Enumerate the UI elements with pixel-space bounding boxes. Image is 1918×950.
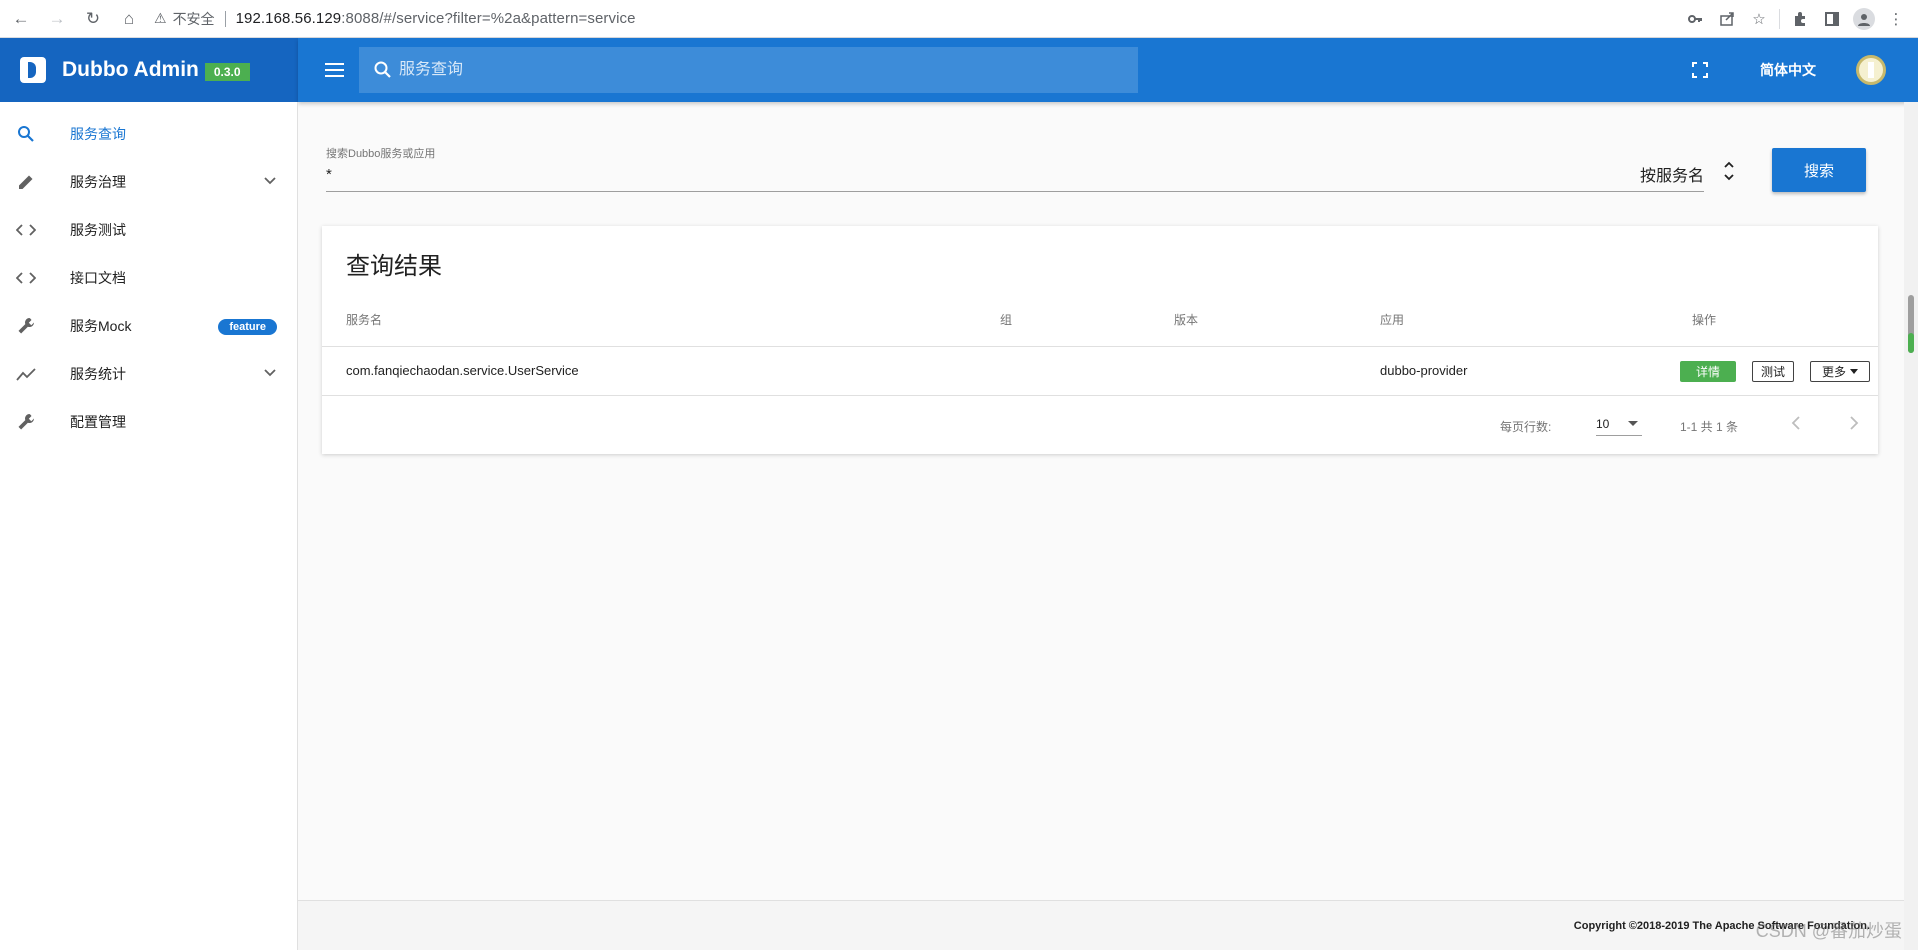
sidebar-item-label: 服务Mock <box>70 318 132 334</box>
toolbar-divider <box>1779 8 1780 29</box>
top-search-bar[interactable] <box>359 47 1138 93</box>
sidebar-item-service-test[interactable]: 服务测试 <box>0 206 297 254</box>
forward-icon[interactable]: → <box>42 4 72 34</box>
search-field-label: 搜索Dubbo服务或应用 <box>326 148 436 160</box>
cell-app: dubbo-provider <box>1380 363 1468 378</box>
brand-title: Dubbo Admin <box>62 58 199 81</box>
trending-up-icon <box>14 362 38 386</box>
search-icon <box>374 61 391 78</box>
address-bar[interactable]: ⚠ 不安全 192.168.56.129:8088/#/service?filt… <box>154 5 1679 33</box>
code-icon <box>14 218 38 242</box>
extensions-icon[interactable] <box>1784 4 1816 34</box>
search-type-select[interactable]: 按服务名 <box>1640 162 1704 186</box>
pencil-icon <box>14 170 38 194</box>
share-icon[interactable] <box>1711 4 1743 34</box>
column-header-service[interactable]: 服务名 <box>346 311 382 328</box>
browser-toolbar: ← → ↻ ⌂ ⚠ 不安全 192.168.56.129:8088/#/serv… <box>0 0 1918 38</box>
address-divider <box>224 10 226 27</box>
hamburger-menu-icon[interactable] <box>314 50 354 90</box>
sidebar-item-label: 服务测试 <box>70 222 126 238</box>
home-icon[interactable]: ⌂ <box>114 4 144 34</box>
search-icon <box>14 122 38 146</box>
sidebar: 服务查询 服务治理 服务测试 接口文档 服务Mock feature 服务统计 <box>0 102 298 950</box>
bookmark-star-icon[interactable]: ☆ <box>1743 4 1775 34</box>
caret-down-icon <box>1850 369 1858 374</box>
rows-per-page-label: 每页行数: <box>1500 420 1552 434</box>
row-divider <box>322 395 1878 396</box>
feature-badge: feature <box>218 319 277 335</box>
column-header-app[interactable]: 应用 <box>1380 311 1404 328</box>
more-button[interactable]: 更多 <box>1810 361 1870 382</box>
search-button[interactable]: 搜索 <box>1772 148 1866 192</box>
insecure-label: 不安全 <box>172 10 215 27</box>
caret-down-icon <box>1628 421 1638 426</box>
sidebar-item-api-docs[interactable]: 接口文档 <box>0 254 297 302</box>
detail-button[interactable]: 详情 <box>1680 361 1736 382</box>
sidebar-item-label: 服务治理 <box>70 174 126 190</box>
wrench-icon <box>14 410 38 434</box>
chevron-down-icon <box>264 369 276 377</box>
sidebar-item-label: 服务统计 <box>70 366 126 382</box>
prev-page-icon[interactable] <box>1784 411 1808 435</box>
app-toolbar: 简体中文 <box>298 38 1918 102</box>
wrench-icon <box>14 314 38 338</box>
sidebar-item-config-management[interactable]: 配置管理 <box>0 398 297 446</box>
key-icon[interactable] <box>1679 4 1711 34</box>
select-arrows-icon[interactable] <box>1722 158 1736 184</box>
results-title: 查询结果 <box>346 253 442 280</box>
version-badge: 0.3.0 <box>204 63 250 81</box>
search-field-input[interactable]: * <box>326 166 332 183</box>
browser-menu-icon[interactable]: ⋮ <box>1880 4 1912 34</box>
service-search-form: 搜索Dubbo服务或应用 * 按服务名 搜索 <box>326 140 1866 200</box>
test-button[interactable]: 测试 <box>1752 361 1794 382</box>
app-header: Dubbo Admin 0.3.0 简体中文 <box>0 38 1918 102</box>
fullscreen-icon[interactable] <box>1680 50 1720 90</box>
side-panel-icon[interactable] <box>1816 4 1848 34</box>
page-scrollbar[interactable] <box>1904 102 1918 950</box>
top-search-input[interactable] <box>399 61 1099 79</box>
warning-icon: ⚠ <box>154 10 167 26</box>
header-divider <box>322 346 1878 347</box>
rows-per-page-value: 10 <box>1596 417 1610 431</box>
brand: Dubbo Admin 0.3.0 <box>0 38 298 102</box>
next-page-icon[interactable] <box>1842 411 1866 435</box>
column-header-version[interactable]: 版本 <box>1174 311 1198 328</box>
sidebar-item-label: 服务查询 <box>70 126 126 142</box>
language-switch[interactable]: 简体中文 <box>1760 60 1816 80</box>
sidebar-item-label: 接口文档 <box>70 270 126 286</box>
code-icon <box>14 266 38 290</box>
column-header-actions: 操作 <box>1692 313 1717 327</box>
sidebar-item-service-search[interactable]: 服务查询 <box>0 110 297 158</box>
rows-per-page-select[interactable]: 10 <box>1596 410 1642 436</box>
avatar[interactable] <box>1856 55 1886 85</box>
chevron-down-icon <box>264 177 276 185</box>
more-button-label: 更多 <box>1821 365 1846 379</box>
url-host: 192.168.56.129 <box>235 10 342 27</box>
search-field-underline <box>326 191 1704 192</box>
profile-icon[interactable] <box>1848 4 1880 34</box>
watermark: CSDN @番茄炒蛋 <box>1755 921 1902 941</box>
column-header-group[interactable]: 组 <box>1000 311 1012 328</box>
url-text[interactable]: 192.168.56.129:8088/#/service?filter=%2a… <box>236 10 636 27</box>
pagination-range: 1-1 共 1 条 <box>1680 420 1739 434</box>
reload-icon[interactable]: ↻ <box>78 4 108 34</box>
results-card: 查询结果 服务名 组 版本 应用 操作 com.fanqiechaodan.se… <box>322 226 1878 454</box>
cell-service-name: com.fanqiechaodan.service.UserService <box>346 363 579 378</box>
sidebar-item-label: 配置管理 <box>70 414 126 430</box>
dubbo-logo-icon <box>20 57 46 83</box>
back-icon[interactable]: ← <box>6 4 36 34</box>
sidebar-item-service-mock[interactable]: 服务Mock feature <box>0 302 297 350</box>
url-path: :8088/#/service?filter=%2a&pattern=servi… <box>341 10 636 27</box>
footer: Copyright ©2018-2019 The Apache Software… <box>298 900 1918 950</box>
sidebar-item-service-statistics[interactable]: 服务统计 <box>0 350 297 398</box>
sidebar-item-service-governance[interactable]: 服务治理 <box>0 158 297 206</box>
scrollbar-indicator <box>1908 333 1914 353</box>
